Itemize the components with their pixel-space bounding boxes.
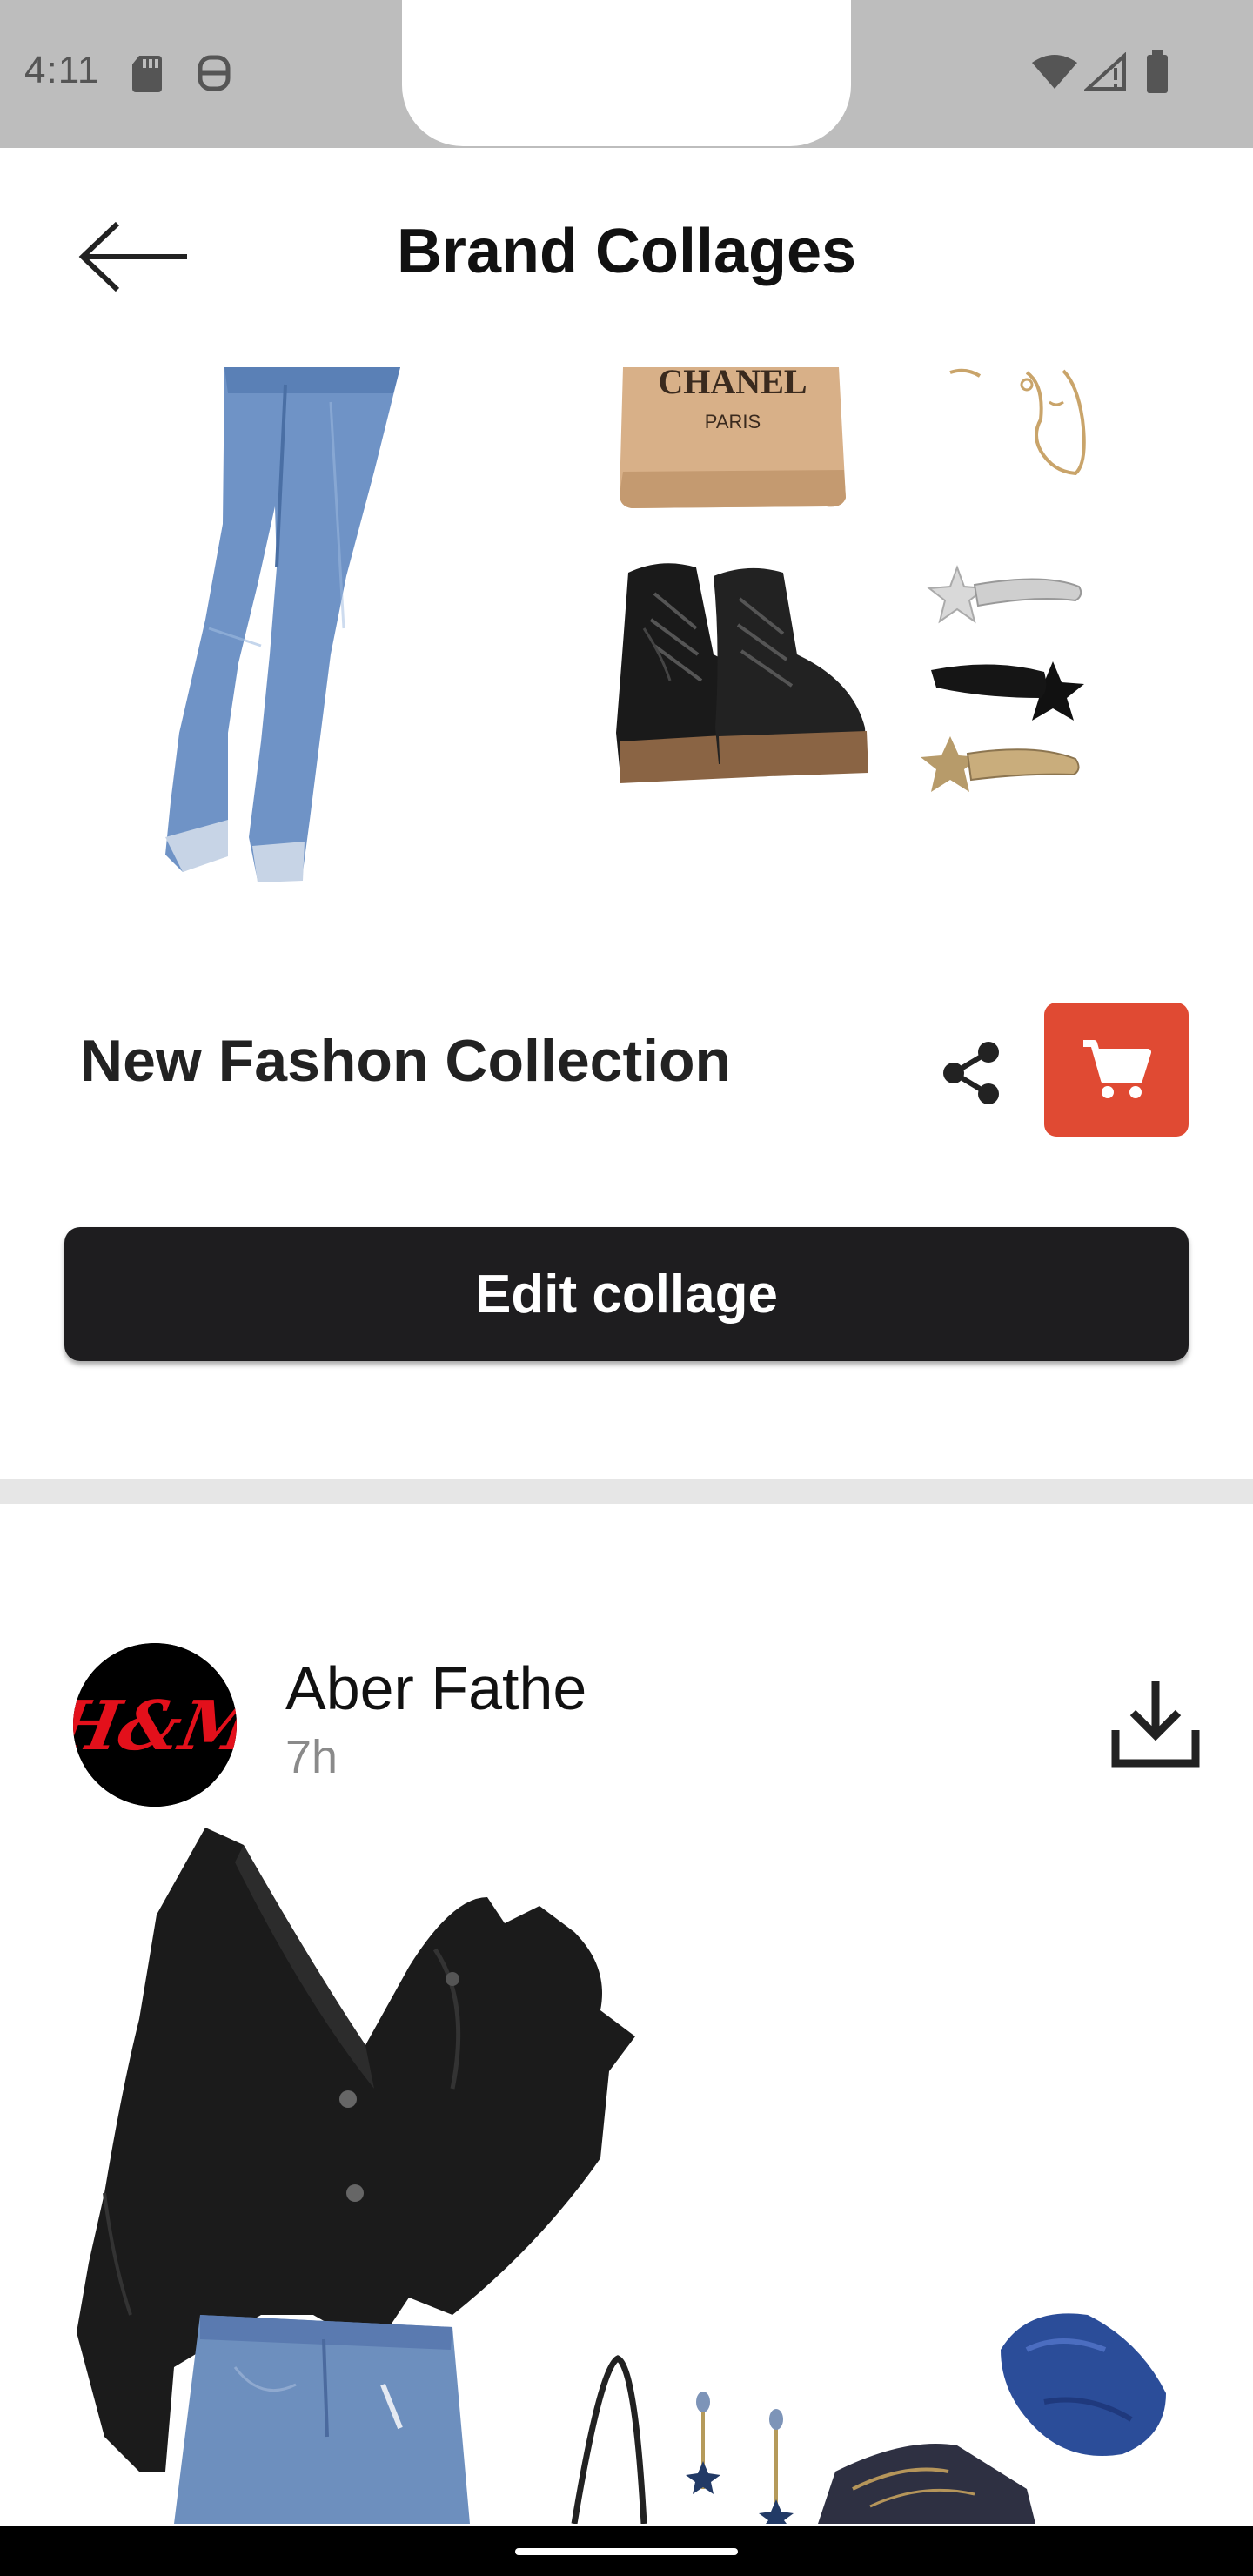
download-button[interactable]: [1103, 1671, 1208, 1775]
avatar-logo-text: H&M: [73, 1686, 237, 1766]
wifi-icon: [1032, 55, 1077, 89]
chanel-bag-image: CHANEL PARIS: [620, 367, 846, 508]
battery-icon: [1147, 50, 1168, 93]
share-button[interactable]: [933, 1034, 1011, 1112]
paris-logo-text: PARIS: [705, 411, 761, 433]
chanel-logo-text: CHANEL: [658, 367, 807, 401]
camera-notch: [402, 0, 851, 146]
cart-icon: [1083, 1040, 1151, 1098]
accessibility-icon: [198, 55, 231, 91]
share-icon: [943, 1042, 999, 1104]
signal-icon: [1084, 52, 1126, 91]
book-image: [818, 2444, 1035, 2524]
earrings-image: [686, 2392, 794, 2524]
star-clips-image: [921, 565, 1084, 792]
section-divider: [0, 1479, 1253, 1504]
denim-shorts-image: [174, 2315, 470, 2524]
author-name[interactable]: Aber Fathe: [285, 1654, 586, 1723]
home-indicator[interactable]: [515, 2548, 738, 2555]
sd-card-icon: [132, 56, 162, 92]
status-time: 4:11: [24, 49, 100, 91]
post-collage-image[interactable]: [0, 1828, 1253, 2524]
bag-strap-image: [571, 2355, 647, 2524]
jeans-image: [165, 367, 400, 882]
boots-image: [616, 563, 868, 783]
post-time: 7h: [285, 1731, 338, 1783]
brand-logo-icon: H&M: [73, 1643, 237, 1807]
collage-artwork: CHANEL PARIS: [165, 367, 1086, 882]
post-collage-artwork: [77, 1828, 1166, 2524]
collection-title: New Fashon Collection: [80, 1028, 732, 1094]
page-title: Brand Collages: [396, 217, 857, 286]
avatar[interactable]: H&M: [73, 1643, 237, 1807]
cart-button[interactable]: [1044, 1003, 1189, 1137]
download-icon: [1111, 1681, 1200, 1768]
collage-image[interactable]: CHANEL PARIS: [0, 367, 1253, 924]
status-bar: 4:11: [0, 0, 1253, 148]
earring-image: [949, 368, 1086, 476]
edit-collage-button[interactable]: Edit collage: [64, 1227, 1189, 1361]
eyeshadow-image: [1001, 2313, 1166, 2456]
